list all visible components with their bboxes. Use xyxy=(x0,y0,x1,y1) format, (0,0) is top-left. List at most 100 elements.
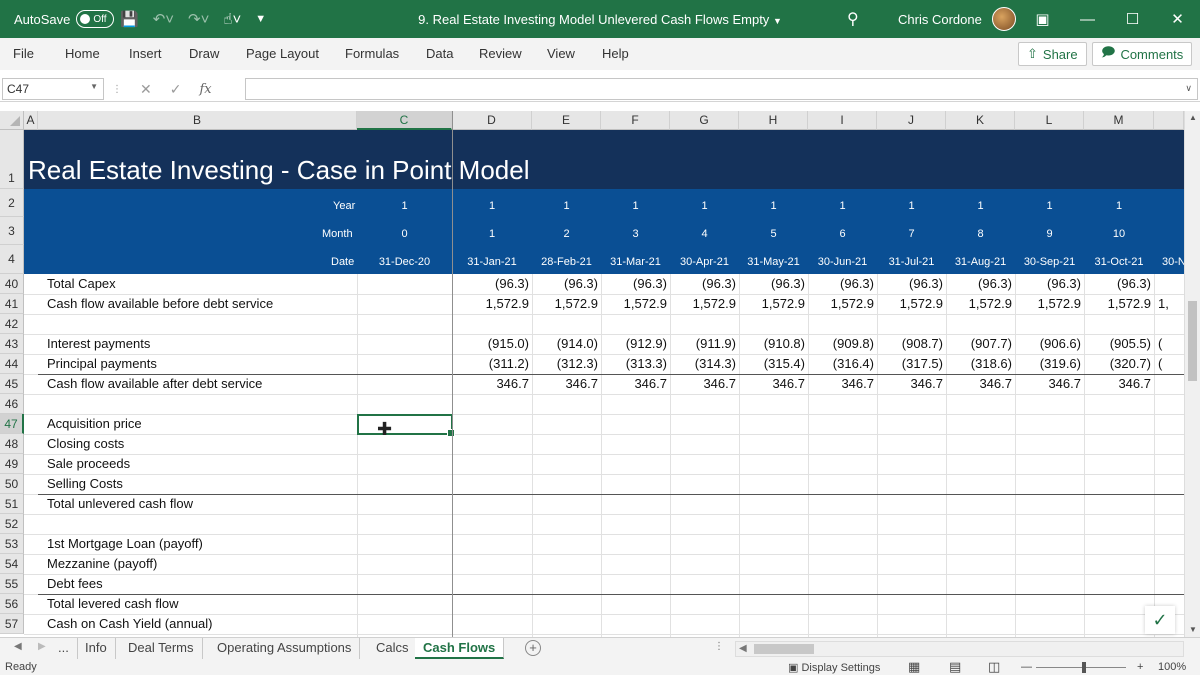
table-cell[interactable]: (96.3) xyxy=(1084,274,1151,294)
table-cell-overflow[interactable]: 1, xyxy=(1158,294,1169,314)
scroll-down-icon[interactable]: ▼ xyxy=(1185,623,1200,637)
row-header-57[interactable]: 57 xyxy=(0,614,24,634)
name-box[interactable]: C47 ▼ xyxy=(2,78,104,100)
table-cell[interactable]: 1,572.9 xyxy=(601,294,667,314)
table-cell[interactable]: (908.7) xyxy=(877,334,943,354)
maximize-icon[interactable]: ☐ xyxy=(1110,10,1155,28)
row-header-44[interactable]: 44 xyxy=(0,354,24,374)
row-header-41[interactable]: 41 xyxy=(0,294,24,314)
table-cell[interactable]: (96.3) xyxy=(601,274,667,294)
scroll-up-icon[interactable]: ▲ xyxy=(1185,111,1200,125)
column-header-c[interactable]: C xyxy=(357,111,452,130)
row-header-56[interactable]: 56 xyxy=(0,594,24,614)
table-cell[interactable]: (96.3) xyxy=(808,274,874,294)
row-header-50[interactable]: 50 xyxy=(0,474,24,494)
data-grid[interactable]: Total Capex (96.3) (96.3) (96.3) (96.3) (96.3… xyxy=(24,274,1200,637)
table-cell[interactable]: 1,572.9 xyxy=(877,294,943,314)
zoom-in-icon[interactable]: + xyxy=(1137,661,1143,673)
table-cell[interactable]: 1,572.9 xyxy=(808,294,874,314)
table-cell[interactable]: (96.3) xyxy=(877,274,943,294)
zoom-slider[interactable] xyxy=(1036,667,1126,668)
table-cell-overflow[interactable]: ( xyxy=(1158,334,1162,354)
tab-help[interactable]: Help xyxy=(602,46,629,61)
tab-data[interactable]: Data xyxy=(426,46,453,61)
column-header-e[interactable]: E xyxy=(532,111,601,130)
column-header-k[interactable]: K xyxy=(946,111,1015,130)
row-header-3[interactable]: 3 xyxy=(0,217,24,245)
insert-function-icon[interactable]: fx xyxy=(199,82,211,97)
table-cell[interactable]: (96.3) xyxy=(946,274,1012,294)
table-cell[interactable]: 346.7 xyxy=(1084,374,1151,394)
close-icon[interactable]: ✕ xyxy=(1155,10,1200,28)
row-header-1[interactable]: 1 xyxy=(0,130,24,189)
row-header-2[interactable]: 2 xyxy=(0,189,24,217)
row-header-4[interactable]: 4 xyxy=(0,245,24,274)
table-cell[interactable]: (318.6) xyxy=(946,354,1012,374)
active-cell[interactable] xyxy=(357,414,455,437)
expand-formula-icon[interactable]: ∨ xyxy=(1185,83,1192,94)
table-cell[interactable]: (96.3) xyxy=(1015,274,1081,294)
tab-insert[interactable]: Insert xyxy=(129,46,162,61)
table-cell[interactable]: 346.7 xyxy=(1015,374,1081,394)
table-cell[interactable]: 1,572.9 xyxy=(532,294,598,314)
minimize-icon[interactable]: — xyxy=(1065,11,1110,28)
autosave-toggle[interactable]: Off xyxy=(76,10,115,28)
table-cell-overflow[interactable]: ( xyxy=(1158,354,1162,374)
table-cell[interactable]: (914.0) xyxy=(532,334,598,354)
table-cell[interactable]: (906.6) xyxy=(1015,334,1081,354)
table-cell[interactable]: 1,572.9 xyxy=(739,294,805,314)
redo-icon[interactable]: ↷˅ xyxy=(188,10,209,28)
search-icon[interactable]: ⚲ xyxy=(847,0,859,38)
table-cell[interactable]: (912.9) xyxy=(601,334,667,354)
table-cell[interactable]: 346.7 xyxy=(670,374,736,394)
table-cell[interactable]: 346.7 xyxy=(877,374,943,394)
table-cell[interactable]: (314.3) xyxy=(670,354,736,374)
table-cell[interactable]: (311.2) xyxy=(452,354,529,374)
table-cell[interactable]: 1,572.9 xyxy=(946,294,1012,314)
table-cell[interactable]: 346.7 xyxy=(808,374,874,394)
table-cell[interactable]: 346.7 xyxy=(946,374,1012,394)
user-account[interactable]: Chris Cordone xyxy=(898,0,1016,38)
table-cell[interactable]: (316.4) xyxy=(808,354,874,374)
share-button[interactable]: ⇧ Share xyxy=(1018,42,1087,66)
horizontal-scrollbar[interactable]: ◀ xyxy=(735,641,1184,657)
table-cell[interactable]: (910.8) xyxy=(739,334,805,354)
row-header-53[interactable]: 53 xyxy=(0,534,24,554)
scroll-thumb[interactable] xyxy=(1188,301,1197,381)
scroll-tabs-right-icon[interactable]: ▶ xyxy=(38,641,46,652)
sheet-tab-cash-flows[interactable]: Cash Flows xyxy=(415,638,505,659)
tab-page-layout[interactable]: Page Layout xyxy=(246,46,319,61)
row-header-40[interactable]: 40 xyxy=(0,274,24,294)
column-header-l[interactable]: L xyxy=(1015,111,1084,130)
table-cell[interactable]: (312.3) xyxy=(532,354,598,374)
chevron-down-icon[interactable]: ▼ xyxy=(90,82,98,91)
comments-button[interactable]: 🗩 Comments xyxy=(1092,42,1193,66)
column-header-g[interactable]: G xyxy=(670,111,739,130)
row-header-47[interactable]: 47 xyxy=(0,414,24,434)
table-cell[interactable]: 346.7 xyxy=(601,374,667,394)
sheet-tab-calcs[interactable]: Calcs xyxy=(368,638,418,659)
table-cell[interactable]: 346.7 xyxy=(452,374,529,394)
row-header-49[interactable]: 49 xyxy=(0,454,24,474)
sheet-tab-operating-assumptions[interactable]: Operating Assumptions xyxy=(209,638,361,659)
tab-review[interactable]: Review xyxy=(479,46,522,61)
column-header-m[interactable]: M xyxy=(1084,111,1154,130)
column-header-f[interactable]: F xyxy=(601,111,670,130)
customize-qat-icon[interactable]: ▼ xyxy=(255,13,266,25)
row-header-45[interactable]: 45 xyxy=(0,374,24,394)
zoom-out-icon[interactable]: — xyxy=(1021,661,1032,673)
zoom-level[interactable]: 100% xyxy=(1158,661,1186,673)
touch-mode-icon[interactable]: ☝˅ xyxy=(223,10,241,28)
table-cell[interactable]: (907.7) xyxy=(946,334,1012,354)
more-sheets[interactable]: ... xyxy=(50,638,78,659)
table-cell[interactable]: (313.3) xyxy=(601,354,667,374)
table-cell[interactable]: 1,572.9 xyxy=(452,294,529,314)
table-cell[interactable]: (96.3) xyxy=(670,274,736,294)
row-header-42[interactable]: 42 xyxy=(0,314,24,334)
tab-file[interactable]: File xyxy=(13,46,34,61)
zoom-slider-thumb[interactable] xyxy=(1082,662,1086,673)
cancel-icon[interactable]: ✕ xyxy=(140,81,152,98)
table-cell[interactable]: (96.3) xyxy=(532,274,598,294)
column-header-i[interactable]: I xyxy=(808,111,877,130)
table-cell[interactable]: (315.4) xyxy=(739,354,805,374)
